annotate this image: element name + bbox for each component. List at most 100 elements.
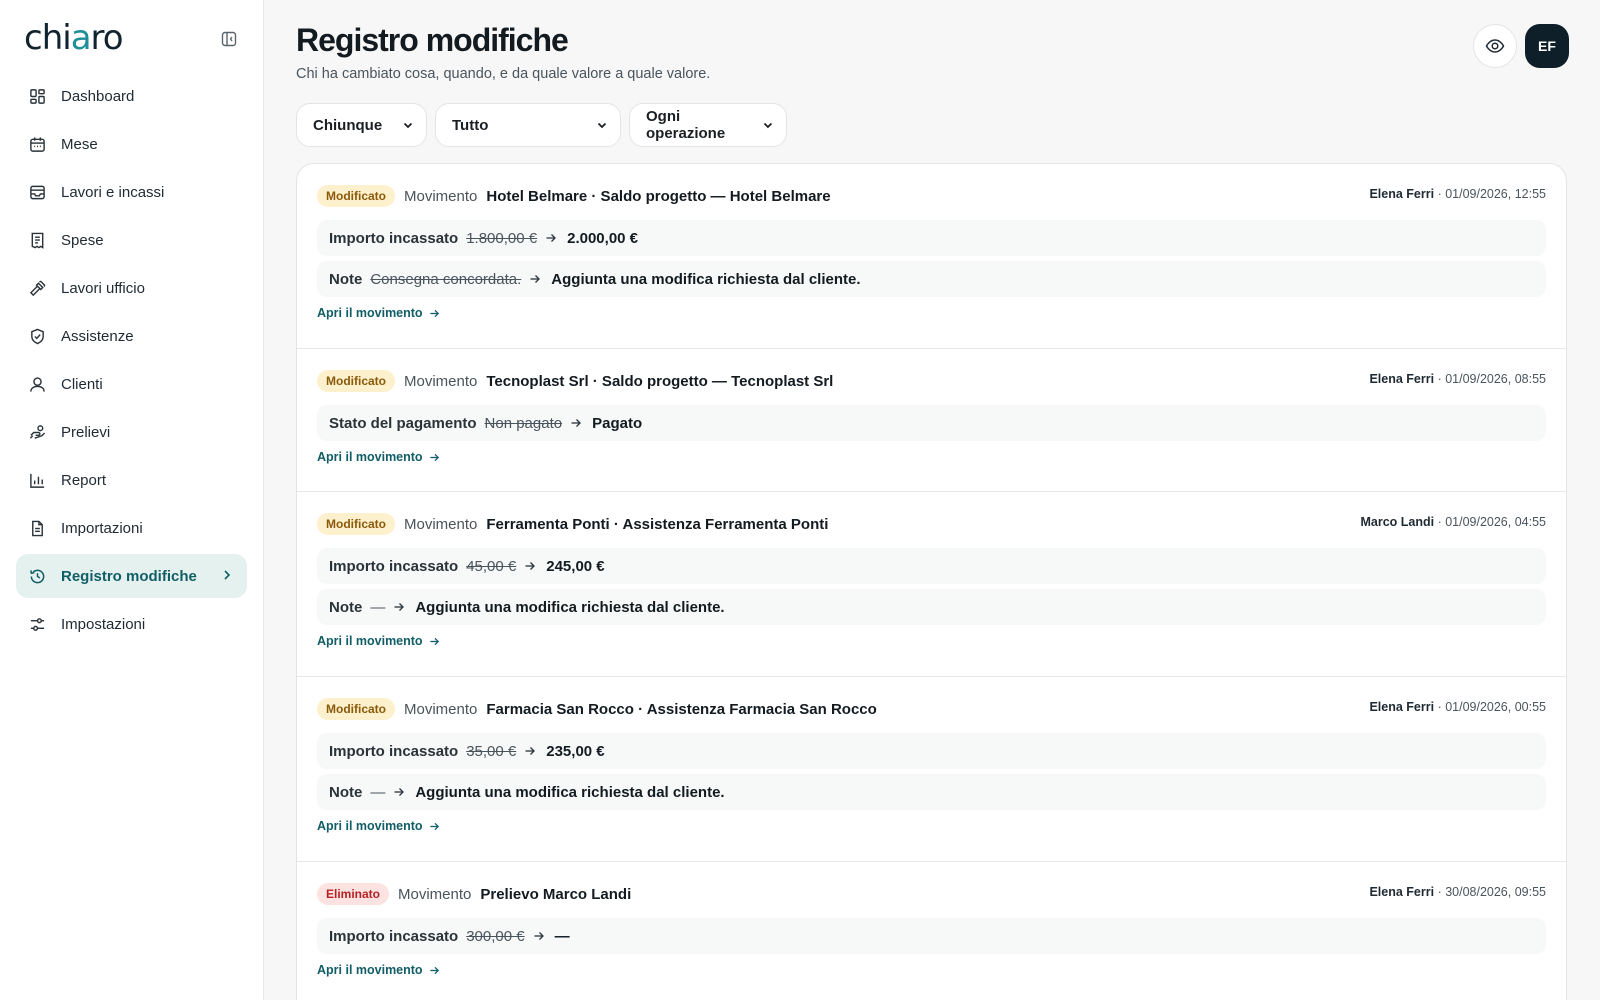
entry-meta: Elena Ferri · 30/08/2026, 09:55: [1369, 885, 1546, 899]
operation-filter-select[interactable]: Ogni operazione: [629, 103, 787, 147]
collapse-sidebar-button[interactable]: [218, 28, 240, 50]
entry-author: Elena Ferri: [1369, 372, 1435, 386]
old-value: 35,00 €: [466, 742, 517, 760]
old-value: 1.800,00 €: [466, 229, 538, 247]
eye-icon: [1485, 39, 1505, 53]
arrow-right-icon: [524, 560, 536, 572]
entity-type: Movimento: [398, 885, 472, 903]
old-value: —: [370, 783, 386, 801]
arrow-right-icon: [533, 930, 545, 942]
shield-icon: [28, 327, 46, 345]
user-filter-select[interactable]: Chiunque: [296, 103, 427, 147]
chevron-down-icon: [597, 122, 607, 129]
entry-datetime: · 01/09/2026, 08:55: [1434, 372, 1546, 386]
change-field: Note: [329, 783, 363, 801]
open-movement-link[interactable]: Apri il movimento: [317, 819, 440, 833]
old-value: 300,00 €: [466, 927, 525, 945]
arrow-right-icon: [429, 966, 439, 974]
log-entry: Modificato Movimento Farmacia San Rocco …: [297, 677, 1566, 862]
sidebar-item-clienti[interactable]: Clienti: [16, 362, 247, 406]
arrow-right-icon: [529, 273, 541, 285]
status-badge: Eliminato: [317, 883, 390, 905]
entity-type: Movimento: [404, 515, 478, 533]
log-entry: Eliminato Movimento Prelievo Marco Landi…: [297, 862, 1566, 1000]
open-movement-link[interactable]: Apri il movimento: [317, 634, 440, 648]
page-subtitle: Chi ha cambiato cosa, quando, e da quale…: [296, 66, 711, 82]
sidebar-item-lavori-e-incassi[interactable]: Lavori e incassi: [16, 170, 247, 214]
sidebar-item-dashboard[interactable]: Dashboard: [16, 74, 247, 118]
avatar[interactable]: EF: [1525, 24, 1569, 68]
entry-author: Elena Ferri: [1369, 700, 1435, 714]
entry-title: Farmacia San Rocco · Assistenza Farmacia…: [486, 700, 877, 718]
old-value: Consegna concordata.: [370, 270, 522, 288]
open-movement-link[interactable]: Apri il movimento: [317, 306, 440, 320]
arrow-right-icon: [429, 453, 439, 461]
old-value: —: [370, 598, 386, 616]
entry-author: Elena Ferri: [1369, 187, 1435, 201]
change-field: Importo incassato: [329, 557, 459, 575]
app-logo[interactable]: chiaro: [24, 18, 240, 58]
open-movement-link[interactable]: Apri il movimento: [317, 963, 440, 977]
sidebar-item-label: Spese: [61, 231, 104, 249]
change-row: Importo incassato 1.800,00 € 2.000,00 €: [317, 220, 1546, 256]
change-row: Importo incassato 45,00 € 245,00 €: [317, 548, 1546, 584]
new-value: 235,00 €: [546, 742, 605, 760]
new-value: 245,00 €: [546, 557, 605, 575]
open-movement-label: Apri il movimento: [317, 819, 423, 833]
entity-type: Movimento: [404, 187, 478, 205]
arrow-right-icon: [429, 309, 439, 317]
status-badge: Modificato: [317, 698, 395, 720]
sidebar-item-report[interactable]: Report: [16, 458, 247, 502]
sidebar-item-assistenze[interactable]: Assistenze: [16, 314, 247, 358]
entry-title: Hotel Belmare · Saldo progetto — Hotel B…: [486, 187, 831, 205]
period-filter-select[interactable]: Tutto: [435, 103, 621, 147]
arrow-right-icon: [429, 822, 439, 830]
sidebar-item-spese[interactable]: Spese: [16, 218, 247, 262]
entity-type: Movimento: [404, 700, 478, 718]
new-value: Aggiunta una modifica richiesta dal clie…: [551, 270, 861, 288]
open-movement-link[interactable]: Apri il movimento: [317, 450, 440, 464]
sidebar-item-lavori-ufficio[interactable]: Lavori ufficio: [16, 266, 247, 310]
entry-datetime: · 01/09/2026, 04:55: [1434, 515, 1546, 529]
arrow-right-icon: [545, 232, 557, 244]
new-value: Pagato: [592, 414, 643, 432]
change-row: Note Consegna concordata. Aggiunta una m…: [317, 261, 1546, 297]
entry-title: Tecnoplast Srl · Saldo progetto — Tecnop…: [486, 372, 834, 390]
sidebar-item-prelievi[interactable]: Prelievi: [16, 410, 247, 454]
change-row: Stato del pagamento Non pagato Pagato: [317, 405, 1546, 441]
logo-row: chiaro: [24, 18, 240, 58]
user-filter-value: Chiunque: [313, 116, 383, 134]
open-movement-label: Apri il movimento: [317, 634, 423, 648]
period-filter-value: Tutto: [452, 116, 489, 134]
entry-meta: Elena Ferri · 01/09/2026, 12:55: [1369, 187, 1546, 201]
entry-title: Ferramenta Ponti · Assistenza Ferramenta…: [486, 515, 829, 533]
sidebar-toggle-icon: [221, 31, 237, 47]
arrow-right-icon: [524, 745, 536, 757]
sidebar-item-label: Clienti: [61, 375, 103, 393]
sidebar-item-label: Lavori e incassi: [61, 183, 165, 201]
entry-header: Modificato Movimento Ferramenta Ponti · …: [317, 512, 1546, 536]
change-field: Importo incassato: [329, 742, 459, 760]
sidebar-nav: Dashboard Mese Lavori e incassi Spese La…: [16, 74, 247, 650]
entry-datetime: · 30/08/2026, 09:55: [1434, 885, 1546, 899]
change-field: Note: [329, 598, 363, 616]
status-badge: Modificato: [317, 370, 395, 392]
change-field: Stato del pagamento: [329, 414, 477, 432]
chevron-down-icon: [763, 122, 773, 129]
sidebar-item-mese[interactable]: Mese: [16, 122, 247, 166]
hammer-icon: [28, 279, 46, 297]
change-field: Importo incassato: [329, 229, 459, 247]
dashboard-icon: [28, 87, 46, 105]
sidebar-item-importazioni[interactable]: Importazioni: [16, 506, 247, 550]
sidebar-item-registro-modifiche[interactable]: Registro modifiche: [16, 554, 247, 598]
entity-type: Movimento: [404, 372, 478, 390]
entry-header: Modificato Movimento Tecnoplast Srl · Sa…: [317, 369, 1546, 393]
main-content: Registro modifiche Chi ha cambiato cosa,…: [264, 0, 1600, 1000]
preview-toggle-button[interactable]: [1473, 24, 1517, 68]
page-title: Registro modifiche: [296, 22, 569, 58]
change-row: Importo incassato 300,00 € —: [317, 918, 1546, 954]
log-entry: Modificato Movimento Hotel Belmare · Sal…: [297, 164, 1566, 349]
sidebar-item-label: Mese: [61, 135, 98, 153]
sidebar-item-impostazioni[interactable]: Impostazioni: [16, 602, 247, 646]
change-log-list: Modificato Movimento Hotel Belmare · Sal…: [296, 163, 1567, 1000]
